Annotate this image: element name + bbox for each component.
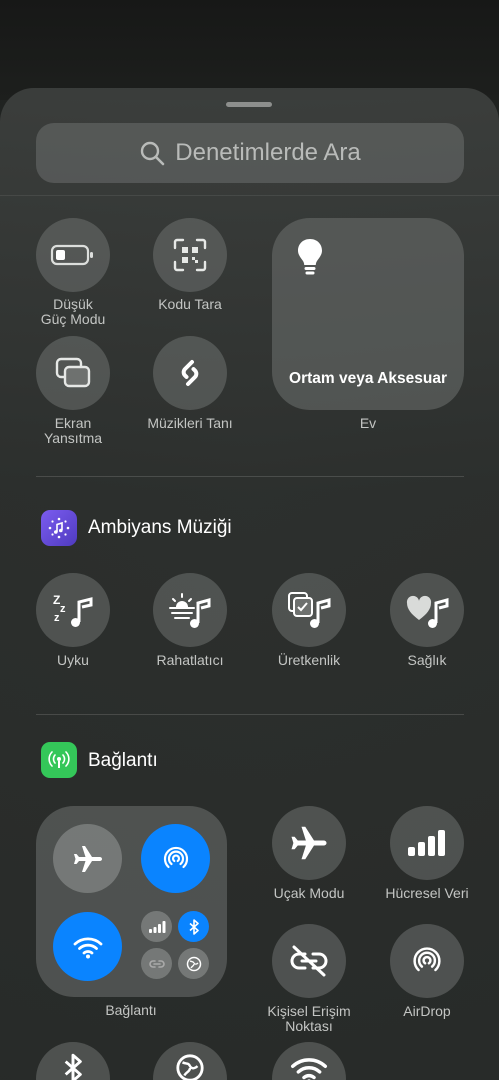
svg-text:z: z — [54, 612, 60, 624]
hotspot-toggle[interactable] — [141, 948, 172, 979]
scan-code-button[interactable] — [153, 218, 227, 292]
ambient-sleep-button[interactable]: Z z z — [36, 573, 110, 647]
scan-code-label: Kodu Tara — [158, 296, 222, 312]
globe-icon — [176, 1054, 204, 1080]
screen-mirroring-label: Ekran Yansıtma — [43, 415, 103, 446]
productivity-music-icon — [288, 592, 331, 628]
airplane-mode-button[interactable] — [272, 806, 346, 880]
shazam-button[interactable] — [153, 336, 227, 410]
airdrop-icon — [413, 947, 441, 972]
search-icon — [141, 141, 165, 166]
section-divider — [36, 476, 464, 477]
battery-icon — [50, 244, 93, 266]
cellular-bars-icon — [408, 830, 445, 856]
sleep-music-icon: Z z z — [53, 593, 93, 627]
low-power-button[interactable] — [36, 218, 110, 292]
wifi-icon — [291, 1058, 327, 1080]
shazam-label: Müzikleri Tanı — [147, 415, 233, 431]
heart-music-icon — [406, 595, 449, 628]
ambient-wellbeing-label: Sağlık — [407, 652, 447, 668]
lightbulb-icon — [298, 239, 322, 275]
search-field[interactable]: Denetimlerde Ara — [36, 123, 464, 183]
screen-mirroring-button[interactable] — [36, 336, 110, 410]
airplane-mode-toggle[interactable] — [53, 824, 122, 893]
shazam-icon — [181, 360, 199, 386]
personal-hotspot-button[interactable] — [272, 924, 346, 998]
airdrop-toggle[interactable] — [141, 824, 210, 893]
ambient-wellbeing-button[interactable] — [390, 573, 464, 647]
cellular-bars-icon — [148, 920, 165, 933]
low-power-label: Düşük Güç Modu — [40, 296, 106, 327]
sunset-music-icon — [169, 593, 211, 628]
cellular-data-button[interactable] — [390, 806, 464, 880]
ambient-chill-button[interactable] — [153, 573, 227, 647]
section-divider — [36, 714, 464, 715]
cellular-toggle[interactable] — [141, 911, 172, 942]
wifi-icon — [73, 936, 102, 958]
bluetooth-toggle[interactable] — [178, 911, 209, 942]
connectivity-section-icon — [41, 742, 77, 778]
airplane-icon — [291, 826, 327, 860]
ambient-chill-label: Rahatlatıcı — [156, 652, 224, 668]
wifi-toggle[interactable] — [53, 912, 122, 981]
ambient-productivity-button[interactable] — [272, 573, 346, 647]
svg-text:z: z — [60, 603, 66, 615]
vpn-toggle[interactable] — [178, 948, 209, 979]
personal-hotspot-label: Kişisel Erişim Noktası — [267, 1003, 351, 1034]
screen-mirroring-icon — [55, 357, 91, 388]
airplane-mode-label: Uçak Modu — [273, 885, 345, 901]
bluetooth-icon — [188, 918, 199, 935]
connectivity-title: Bağlantı — [88, 750, 158, 771]
ambient-music-icon — [41, 510, 77, 546]
home-label: Ev — [359, 415, 377, 431]
ambient-productivity-label: Üretkenlik — [277, 652, 341, 668]
hotspot-link-icon — [148, 959, 165, 968]
divider — [0, 195, 499, 196]
connectivity-block[interactable] — [36, 806, 227, 997]
airdrop-icon — [163, 846, 188, 868]
qr-code-icon — [173, 238, 207, 272]
hotspot-link-icon — [290, 945, 328, 977]
bluetooth-icon — [64, 1053, 82, 1080]
ambient-sleep-label: Uyku — [57, 652, 89, 668]
background-dim — [0, 0, 499, 100]
airdrop-button[interactable] — [390, 924, 464, 998]
cellular-data-label: Hücresel Veri — [385, 885, 469, 901]
home-accessory-tile[interactable]: Ortam veya Aksesuar — [272, 218, 464, 410]
globe-icon — [186, 956, 201, 971]
ambient-music-title: Ambiyans Müziği — [88, 517, 232, 538]
home-tile-title: Ortam veya Aksesuar — [289, 370, 447, 387]
airplane-icon — [73, 845, 102, 872]
connectivity-block-label: Bağlantı — [105, 1002, 157, 1018]
airdrop-label: AirDrop — [403, 1003, 451, 1019]
sheet-grabber[interactable] — [226, 102, 272, 107]
search-placeholder: Denetimlerde Ara — [175, 139, 361, 166]
